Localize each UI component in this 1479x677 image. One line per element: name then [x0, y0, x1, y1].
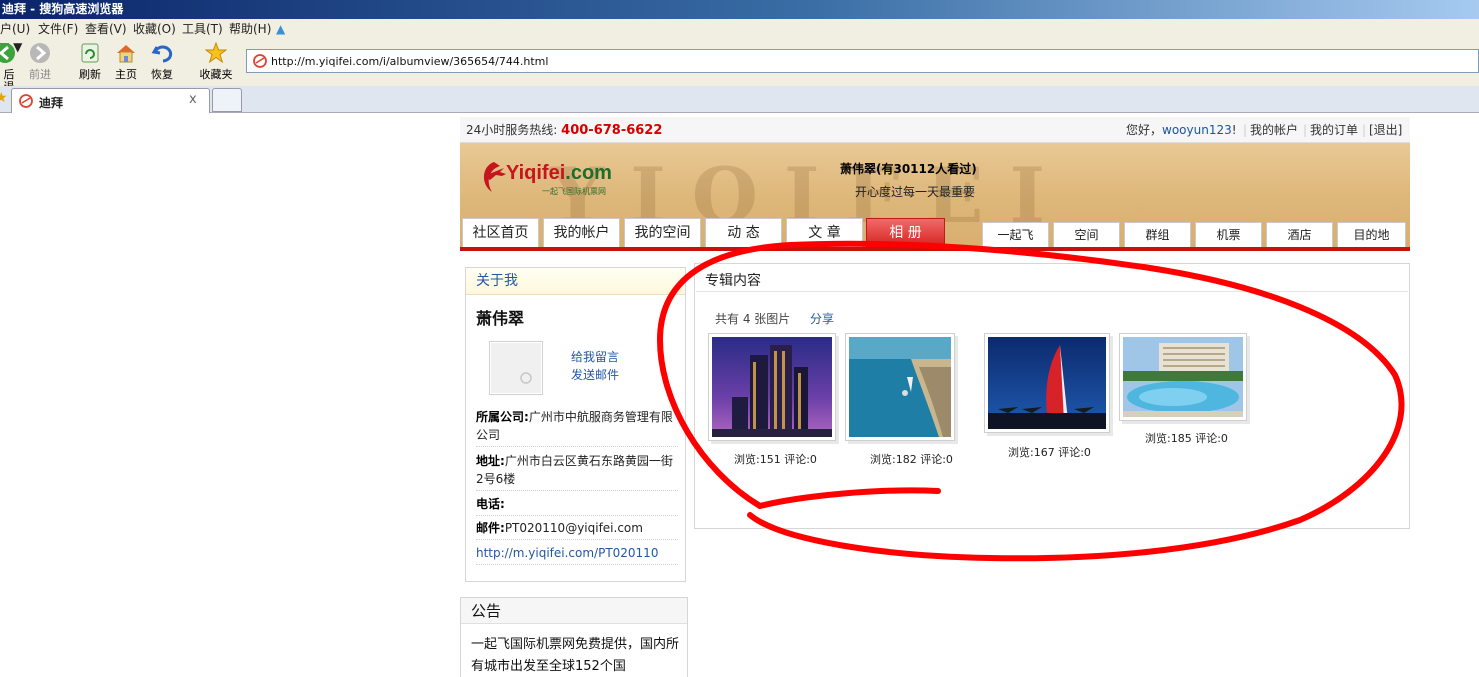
tab-articles[interactable]: 文 章 [786, 218, 863, 247]
window-title: 迪拜 - 搜狗高速浏览器 [2, 2, 124, 16]
album-photo-4[interactable] [1119, 333, 1247, 421]
favorite-star-icon[interactable]: ★ [0, 90, 8, 106]
photo-3-stats: 浏览:167 评论:0 [1008, 446, 1091, 459]
resort-pool-photo [1123, 337, 1243, 417]
forward-button[interactable]: 前进 [26, 42, 54, 84]
window-title-bar: 迪拜 - 搜狗高速浏览器 [0, 0, 1479, 19]
photo-1-stats: 浏览:151 评论:0 [734, 453, 817, 466]
about-header: 关于我 [466, 268, 685, 295]
shirt-icon[interactable]: ▲ [276, 19, 285, 40]
send-mail-link[interactable]: 发送邮件 [571, 366, 619, 383]
my-account-link[interactable]: 我的帐户 [1250, 117, 1298, 143]
leave-message-link[interactable]: 给我留言 [571, 348, 619, 365]
menu-help[interactable]: 帮助(H) [229, 19, 271, 40]
notice-text: 一起飞国际机票网免费提供，国内所有城市出发至全球152个国 [471, 637, 680, 674]
address-url[interactable]: http://m.yiqifei.com/i/albumview/365654/… [271, 55, 548, 68]
album-photo-2[interactable] [845, 333, 955, 441]
menu-user[interactable]: 户(U) [0, 19, 30, 40]
address-row: 地址:广州市白云区黄石东路黄园一街2号6楼 [476, 452, 678, 491]
menu-favorites[interactable]: 收藏(O) [133, 19, 176, 40]
nav-underline [460, 247, 1410, 251]
tab-favicon-icon [19, 94, 33, 108]
tab-space[interactable]: 空间 [1053, 222, 1120, 247]
star-icon [205, 42, 227, 64]
address-bar[interactable]: http://m.yiqifei.com/i/albumview/365654/… [246, 49, 1479, 73]
tab-destinations[interactable]: 目的地 [1337, 222, 1406, 247]
browser-tab[interactable]: 迪拜 x [11, 88, 210, 113]
hotline-number: 400-678-6622 [561, 123, 663, 138]
home-button[interactable]: 主页 [112, 42, 140, 84]
default-avatar-icon [520, 372, 532, 384]
avatar[interactable] [489, 341, 543, 395]
photo-2-stats: 浏览:182 评论:0 [870, 453, 953, 466]
notice-panel: 公告 一起飞国际机票网免费提供，国内所有城市出发至全球152个国 [460, 597, 688, 677]
share-link[interactable]: 分享 [810, 310, 834, 327]
photo-count: 共有 4 张图片 [715, 312, 791, 326]
my-orders-link[interactable]: 我的订单 [1310, 117, 1358, 143]
hotline: 24小时服务热线: 400-678-6622 [466, 123, 663, 138]
refresh-icon [81, 43, 99, 63]
back-arrow-icon [0, 43, 15, 63]
hotel-night-photo [712, 337, 832, 437]
phone-row: 电话: [476, 495, 678, 516]
burj-al-arab-photo [988, 337, 1106, 429]
notice-header: 公告 [461, 598, 687, 624]
tab-flights[interactable]: 机票 [1195, 222, 1262, 247]
tab-album[interactable]: 相 册 [866, 218, 945, 247]
tab-close-icon[interactable]: x [189, 92, 197, 107]
tab-groups[interactable]: 群组 [1124, 222, 1191, 247]
tab-hotels[interactable]: 酒店 [1266, 222, 1333, 247]
restore-button[interactable]: 恢复 [148, 42, 176, 84]
menu-bar: 户(U) 文件(F) 查看(V) 收藏(O) 工具(T) 帮助(H) ▲ [0, 19, 1479, 40]
tab-community-home[interactable]: 社区首页 [462, 218, 539, 247]
profile-name: 萧伟翠 [476, 309, 525, 328]
email-row: 邮件:PT020110@yiqifei.com [476, 519, 678, 540]
favorites-button[interactable]: 收藏夹 [197, 42, 235, 84]
album-header: 专辑内容 [705, 273, 761, 289]
photo-4-stats: 浏览:185 评论:0 [1145, 432, 1228, 445]
album-photo-3[interactable] [984, 333, 1110, 433]
about-me-panel: 关于我 萧伟翠 给我留言 发送邮件 所属公司:广州市中航服商务管理有限公司 地址… [465, 267, 686, 582]
username-link[interactable]: wooyun123 [1162, 123, 1232, 137]
menu-view[interactable]: 查看(V) [85, 19, 127, 40]
home-icon [117, 45, 135, 63]
coastline-aerial-photo [849, 337, 951, 437]
site-favicon-icon [253, 54, 267, 68]
tab-my-space[interactable]: 我的空间 [624, 218, 701, 247]
new-tab-button[interactable] [212, 88, 242, 112]
menu-tools[interactable]: 工具(T) [182, 19, 223, 40]
tab-my-account[interactable]: 我的帐户 [543, 218, 620, 247]
owner-title: 萧伟翠(有30112人看过) [840, 162, 977, 176]
menu-file[interactable]: 文件(F) [38, 19, 78, 40]
tab-yiqifei[interactable]: 一起飞 [982, 222, 1049, 247]
back-button[interactable]: 后退 [0, 42, 18, 93]
logout-link[interactable]: [退出] [1369, 117, 1402, 143]
refresh-button[interactable]: 刷新 [76, 42, 104, 84]
owner-motto: 开心度过每一天最重要 [855, 185, 976, 199]
forward-arrow-icon [30, 43, 50, 63]
undo-icon [151, 45, 173, 63]
site-top-strip: 24小时服务热线: 400-678-6622 您好，wooyun123! | 我… [460, 117, 1410, 143]
company-row: 所属公司:广州市中航服商务管理有限公司 [476, 408, 678, 447]
tab-title: 迪拜 [39, 96, 64, 110]
site-logo[interactable]: Yiqifei.com 一起飞国际机票网 [476, 156, 621, 200]
album-photo-1[interactable] [708, 333, 836, 441]
tab-activity[interactable]: 动 态 [705, 218, 782, 247]
greeting: 您好，wooyun123! [1126, 123, 1237, 137]
homepage-link[interactable]: http://m.yiqifei.com/PT020110 [476, 544, 678, 565]
